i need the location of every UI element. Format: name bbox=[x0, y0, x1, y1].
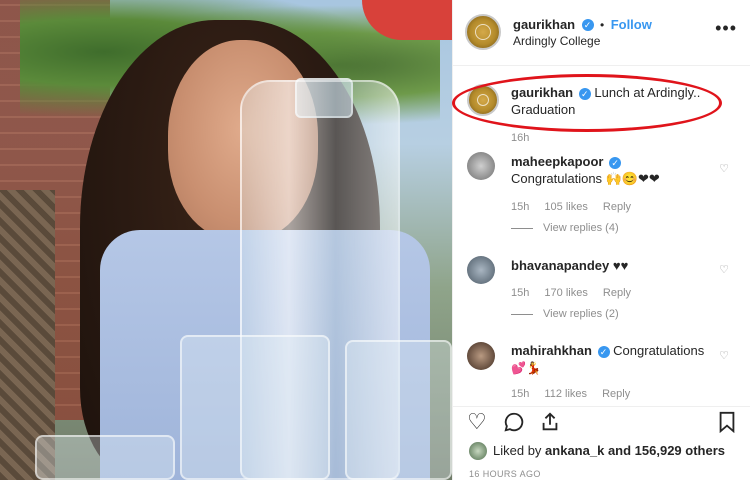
liked-by-avatar[interactable] bbox=[469, 442, 487, 460]
comment-text: Congratulations 🙌😊❤❤ bbox=[511, 171, 660, 186]
post-header: gaurikhan ✓ • Follow Ardingly College ••… bbox=[453, 0, 750, 66]
dot-separator: • bbox=[600, 18, 605, 32]
commenter-avatar[interactable] bbox=[467, 342, 495, 370]
comment-username[interactable]: bhavanapandey bbox=[511, 258, 609, 273]
comment-text: ♥♥ bbox=[612, 258, 629, 273]
comment-likes[interactable]: 170 likes bbox=[544, 287, 587, 299]
like-comment-heart-icon[interactable]: ♡ bbox=[719, 349, 729, 362]
bookmark-icon[interactable] bbox=[717, 411, 737, 437]
verified-badge-icon: ✓ bbox=[597, 345, 610, 358]
post-sidebar: gaurikhan ✓ • Follow Ardingly College ••… bbox=[452, 0, 750, 480]
highlight-oval bbox=[452, 74, 722, 132]
action-bar: ♡ Liked by ankana_k and 156,929 others 1… bbox=[453, 406, 750, 480]
view-replies-button[interactable]: View replies (4) bbox=[511, 222, 619, 234]
glass-right bbox=[345, 340, 452, 480]
verified-badge-icon: ✓ bbox=[609, 156, 622, 169]
liked-by-user[interactable]: ankana_k bbox=[545, 443, 604, 458]
glass-front bbox=[35, 435, 175, 480]
post-timestamp: 16 HOURS AGO bbox=[469, 469, 541, 479]
liked-by-others[interactable]: and 156,929 others bbox=[608, 443, 725, 458]
comment-likes[interactable]: 105 likes bbox=[544, 201, 587, 213]
caption-time: 16h bbox=[511, 132, 530, 144]
comment-time: 15h bbox=[511, 388, 530, 400]
comment-time: 15h bbox=[511, 287, 530, 299]
like-heart-icon[interactable]: ♡ bbox=[467, 411, 487, 433]
comment: maheepkapoor ✓ Congratulations 🙌😊❤❤ bbox=[511, 153, 711, 187]
commenter-avatar[interactable] bbox=[467, 256, 495, 284]
post-location[interactable]: Ardingly College bbox=[513, 34, 600, 48]
author-username[interactable]: gaurikhan bbox=[513, 17, 575, 32]
comment-text: Congratulations bbox=[613, 343, 705, 358]
comment-time: 15h bbox=[511, 201, 530, 213]
comment: bhavanapandey ♥♥ bbox=[511, 257, 711, 274]
commenter-avatar[interactable] bbox=[467, 152, 495, 180]
comment-likes[interactable]: 112 likes bbox=[544, 388, 587, 400]
reply-button[interactable]: Reply bbox=[602, 388, 630, 400]
post-photo[interactable] bbox=[0, 0, 452, 480]
glass-left bbox=[180, 335, 330, 480]
comment-emoji: 💕💃 bbox=[511, 361, 541, 375]
like-comment-heart-icon[interactable]: ♡ bbox=[719, 263, 729, 276]
comment-meta: 15h 170 likes Reply bbox=[511, 287, 643, 299]
more-options-icon[interactable]: ••• bbox=[715, 18, 737, 39]
author-avatar[interactable] bbox=[465, 14, 501, 50]
like-comment-heart-icon[interactable]: ♡ bbox=[719, 162, 729, 175]
comment-username[interactable]: maheepkapoor bbox=[511, 154, 603, 169]
reply-button[interactable]: Reply bbox=[603, 201, 631, 213]
comment-meta: 15h 105 likes Reply bbox=[511, 201, 643, 213]
reply-button[interactable]: Reply bbox=[603, 287, 631, 299]
follow-button[interactable]: Follow bbox=[611, 17, 652, 32]
verified-badge-icon: ✓ bbox=[581, 18, 594, 31]
view-replies-button[interactable]: View replies (2) bbox=[511, 308, 619, 320]
comment: mahirahkhan ✓ Congratulations 💕💃 bbox=[511, 342, 711, 377]
comment-icon[interactable] bbox=[503, 411, 525, 437]
liked-by-summary: Liked by ankana_k and 156,929 others bbox=[493, 443, 725, 458]
share-icon[interactable] bbox=[539, 411, 561, 437]
liked-by-prefix: Liked by bbox=[493, 443, 542, 458]
comment-meta: 15h 112 likes Reply bbox=[511, 388, 642, 400]
comment-username[interactable]: mahirahkhan bbox=[511, 343, 592, 358]
